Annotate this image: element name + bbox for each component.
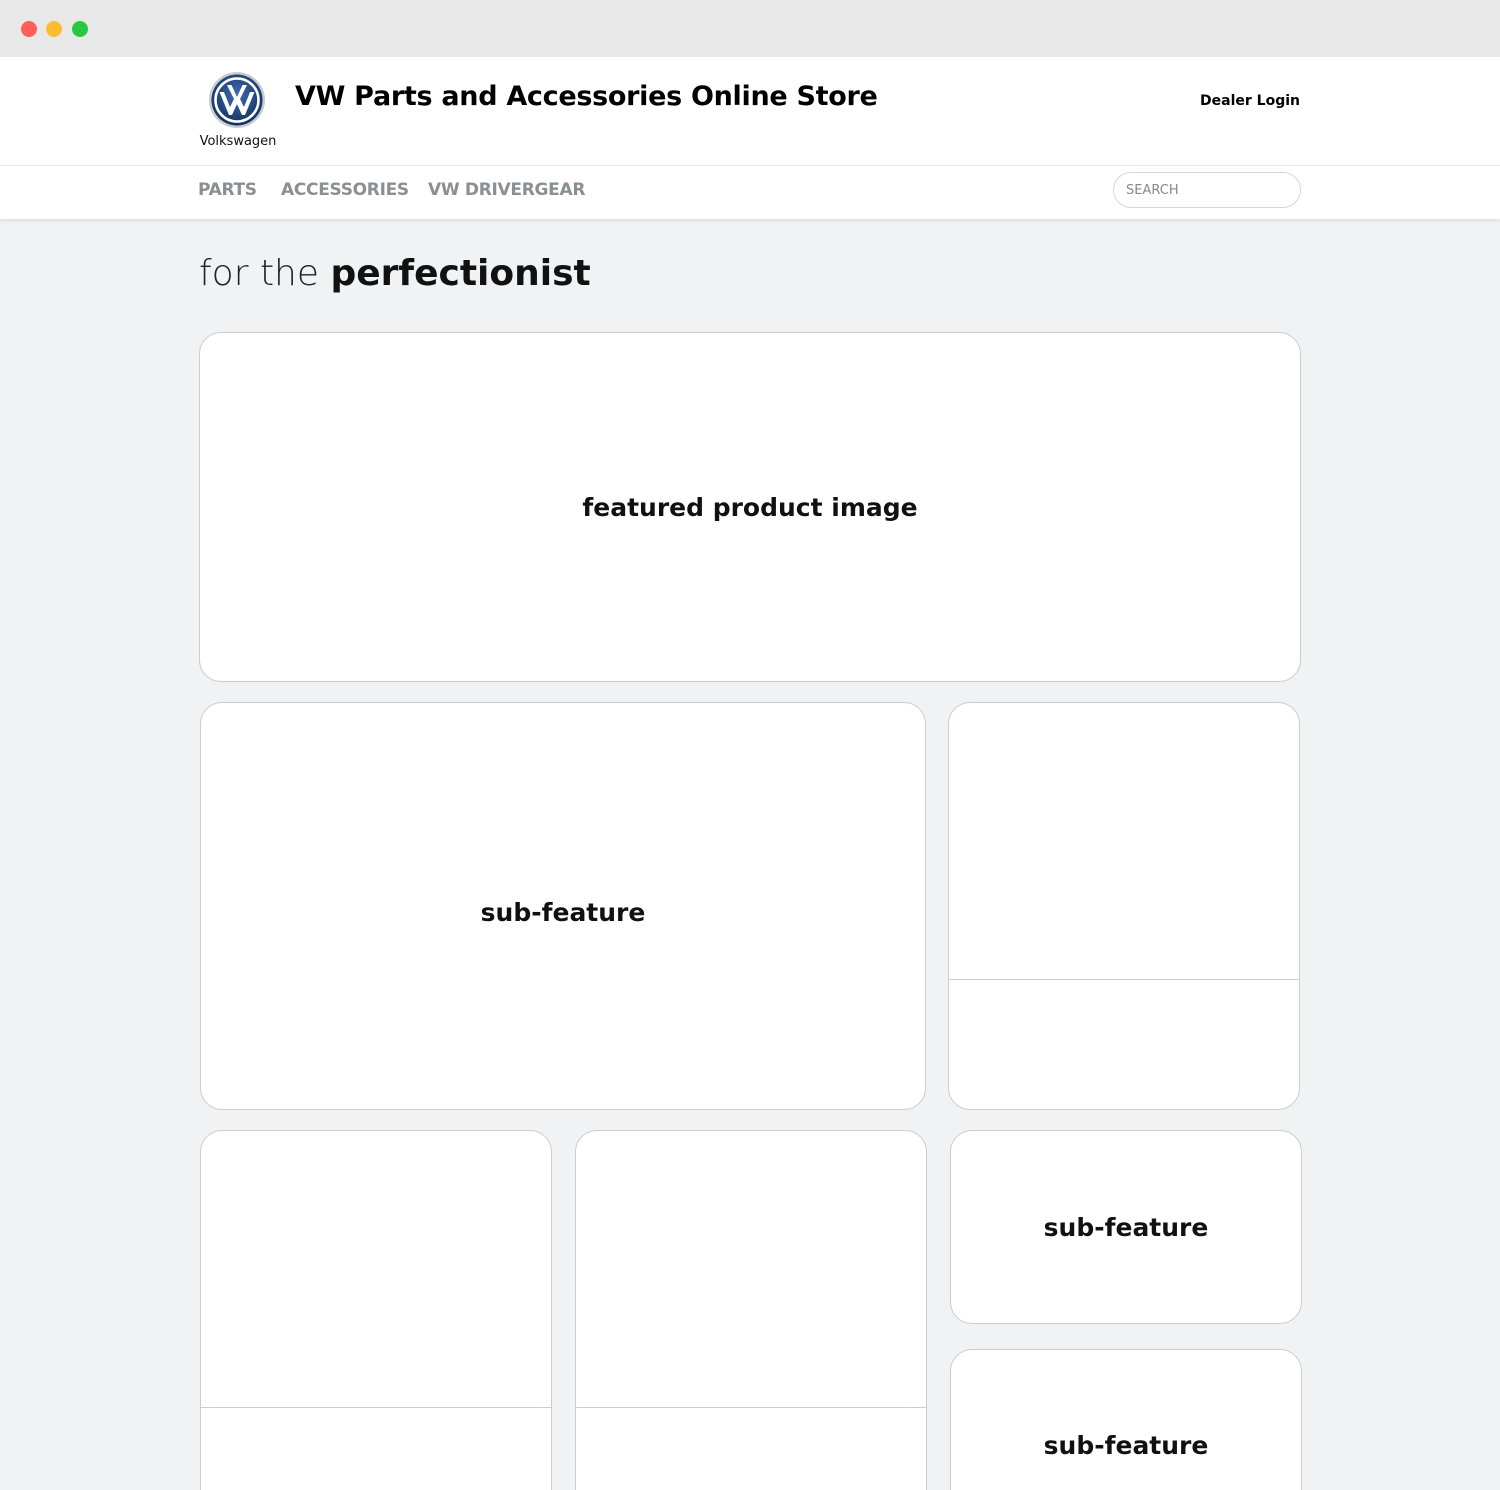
- card-divider: [576, 1407, 926, 1408]
- maximize-window-button[interactable]: [72, 21, 88, 37]
- site-title: VW Parts and Accessories Online Store: [295, 81, 878, 112]
- sub-feature-card-bottom-middle[interactable]: [575, 1130, 927, 1490]
- sub-feature-label: sub-feature: [1043, 1213, 1209, 1242]
- minimize-window-button[interactable]: [46, 21, 62, 37]
- card-divider: [949, 979, 1299, 980]
- page-headline: for the perfectionist: [199, 253, 591, 294]
- sub-feature-card-small-bottom[interactable]: sub-feature: [950, 1349, 1302, 1490]
- nav-item-accessories[interactable]: ACCESSORIES: [281, 180, 409, 200]
- sub-feature-label: sub-feature: [480, 898, 646, 927]
- site-header: Volkswagen VW Parts and Accessories Onli…: [0, 57, 1500, 166]
- featured-product-card[interactable]: featured product image: [199, 332, 1301, 682]
- sub-feature-card-bottom-left[interactable]: [200, 1130, 552, 1490]
- vw-logo-icon[interactable]: [208, 71, 266, 129]
- main-nav: PARTS ACCESSORIES VW DRIVERGEAR: [0, 166, 1500, 219]
- headline-emphasis: perfectionist: [330, 253, 591, 294]
- headline-prefix: for the: [199, 253, 320, 294]
- sub-feature-card-tall[interactable]: [948, 702, 1300, 1110]
- featured-product-label: featured product image: [582, 493, 918, 522]
- nav-item-parts[interactable]: PARTS: [198, 180, 257, 200]
- brand-name: Volkswagen: [199, 134, 277, 149]
- sub-feature-card-large[interactable]: sub-feature: [200, 702, 926, 1110]
- dealer-login-link[interactable]: Dealer Login: [1200, 93, 1300, 109]
- search-input[interactable]: [1113, 172, 1301, 208]
- sub-feature-label: sub-feature: [1043, 1431, 1209, 1460]
- sub-feature-card-small-top[interactable]: sub-feature: [950, 1130, 1302, 1324]
- nav-item-vw-drivergear[interactable]: VW DRIVERGEAR: [428, 180, 585, 200]
- browser-chrome: [0, 0, 1500, 57]
- card-divider: [201, 1407, 551, 1408]
- close-window-button[interactable]: [21, 21, 37, 37]
